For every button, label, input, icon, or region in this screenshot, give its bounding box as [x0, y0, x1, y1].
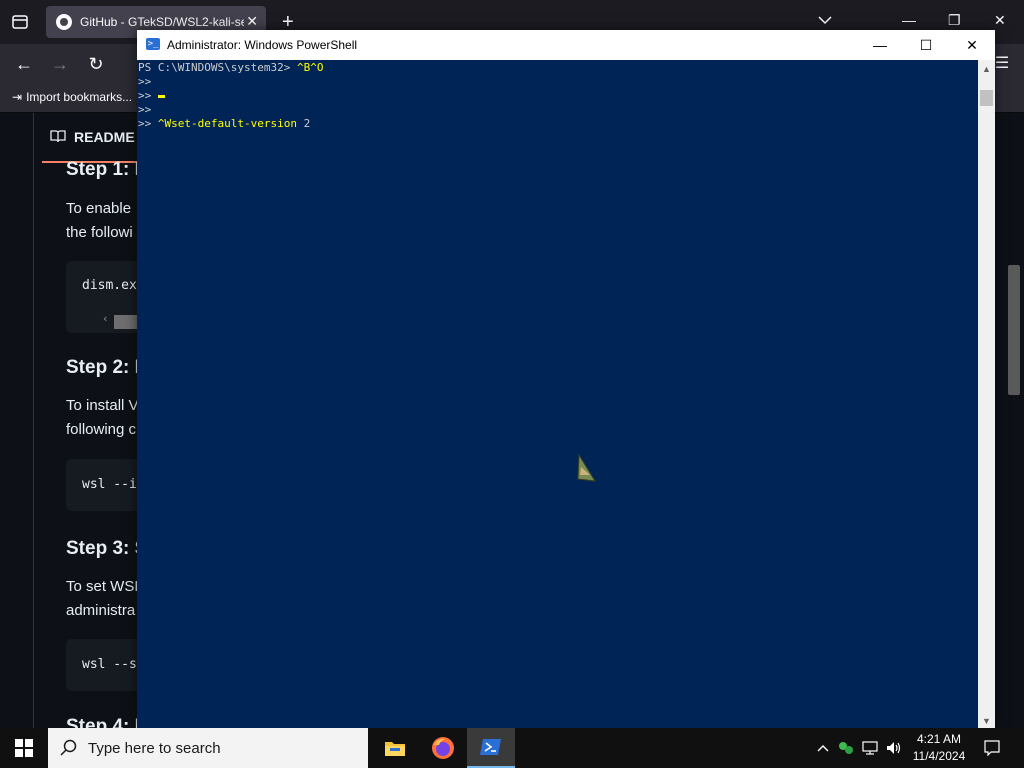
book-icon: [50, 129, 66, 146]
step1-text: To enable the followi: [66, 200, 133, 241]
page-scrollbar[interactable]: [1004, 113, 1024, 728]
step2-text: To install V following c: [66, 397, 139, 438]
powershell-taskbar-icon[interactable]: [467, 728, 515, 768]
step3-code: wsl --s: [82, 657, 137, 672]
code-scroll-left-icon[interactable]: ‹: [102, 312, 109, 326]
step3-text: To set WSL administra: [66, 578, 143, 619]
browser-minimize-icon[interactable]: —: [902, 12, 916, 28]
reload-icon[interactable]: ↻: [84, 52, 108, 76]
scroll-up-icon[interactable]: ▲: [982, 64, 991, 74]
powershell-scrollbar-thumb[interactable]: [980, 90, 993, 106]
browser-restore-icon[interactable]: ❐: [948, 12, 961, 29]
readme-tab[interactable]: README: [42, 113, 150, 163]
search-placeholder: Type here to search: [88, 739, 221, 757]
start-button[interactable]: [0, 728, 48, 768]
powershell-console[interactable]: PS C:\WINDOWS\system32> ^B^O >> >> >> >>…: [137, 60, 978, 729]
windows-taskbar: Type here to search 4:21 AM 11/4/2024: [0, 728, 1024, 768]
powershell-titlebar[interactable]: >_ Administrator: Windows PowerShell — ☐…: [137, 30, 995, 60]
readme-tab-label: README: [74, 129, 135, 145]
powershell-scrollbar[interactable]: ▲ ▼: [978, 60, 995, 728]
powershell-title: Administrator: Windows PowerShell: [167, 38, 358, 52]
ps-close-button[interactable]: ✕: [949, 30, 995, 60]
clock-date: 11/4/2024: [912, 749, 966, 763]
taskbar-search-box[interactable]: Type here to search: [48, 728, 368, 768]
step3-heading: Step 3: S: [66, 538, 148, 559]
tab-close-icon[interactable]: ✕: [246, 13, 258, 30]
console-line: PS C:\WINDOWS\system32> ^B^O: [138, 61, 324, 74]
tab-list-icon[interactable]: [8, 10, 32, 34]
step2-heading: Step 2: I: [66, 357, 140, 378]
console-line: >>: [138, 75, 152, 88]
step1-code: dism.ex: [82, 278, 137, 293]
list-all-tabs-icon[interactable]: [818, 12, 832, 28]
import-icon: ⇥: [12, 90, 23, 104]
busy-cursor-icon: [576, 453, 598, 485]
console-line: >>: [138, 103, 152, 116]
page-scrollbar-thumb[interactable]: [1008, 265, 1020, 395]
step1-heading: Step 1: E: [66, 159, 148, 180]
show-hidden-icons-icon[interactable]: [814, 728, 832, 768]
powershell-icon: >_: [146, 38, 160, 50]
ps-minimize-button[interactable]: —: [857, 30, 903, 60]
windows-logo-icon: [15, 739, 33, 757]
scroll-down-icon[interactable]: ▼: [982, 716, 991, 726]
notification-center-icon[interactable]: [980, 728, 1004, 768]
back-arrow-icon[interactable]: ←: [12, 52, 36, 76]
file-explorer-icon[interactable]: [371, 728, 419, 768]
firefox-icon[interactable]: [419, 728, 467, 768]
text-cursor: [157, 94, 165, 98]
import-bookmarks-button[interactable]: ⇥ Import bookmarks...: [12, 90, 132, 104]
github-icon: [56, 14, 72, 30]
console-line: >>: [137, 89, 978, 103]
search-icon: [60, 739, 77, 756]
console-line: >> ^Wset-default-version 2: [138, 117, 311, 130]
powershell-window[interactable]: >_ Administrator: Windows PowerShell — ☐…: [137, 30, 995, 729]
volume-icon[interactable]: [884, 728, 904, 768]
forward-arrow-icon[interactable]: →: [48, 52, 72, 76]
taskbar-clock[interactable]: 4:21 AM 11/4/2024: [906, 731, 972, 765]
import-bookmarks-label: Import bookmarks...: [26, 90, 133, 104]
network-icon[interactable]: [860, 728, 880, 768]
clock-time: 4:21 AM: [916, 732, 962, 746]
step2-code: wsl --i: [82, 477, 137, 492]
ps-maximize-button[interactable]: ☐: [903, 30, 949, 60]
browser-tab-title: GitHub - GTekSD/WSL2-kali-setup: [80, 15, 244, 29]
browser-close-icon[interactable]: ✕: [994, 12, 1006, 29]
vpn-status-icon[interactable]: [836, 728, 856, 768]
